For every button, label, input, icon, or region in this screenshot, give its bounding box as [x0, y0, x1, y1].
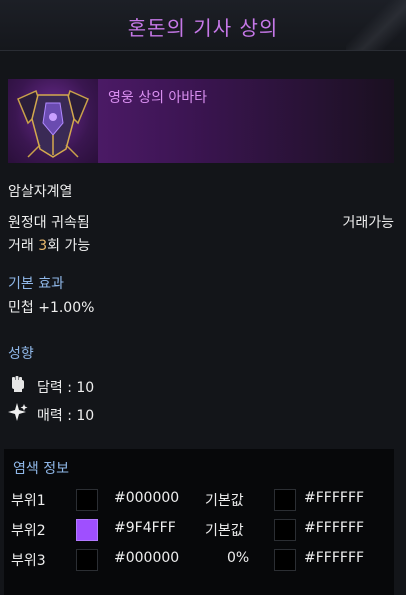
dye-color-swatch[interactable]: [76, 549, 98, 571]
dye-hex-2: #FFFFFF: [304, 550, 365, 566]
dye-default: 기본값: [205, 493, 244, 509]
tendency-charm: 매력 : 10: [37, 408, 95, 424]
dye-percent: 0%: [227, 550, 250, 566]
dye-row: 부위2 #9F4FFF 기본값 #FFFFFF: [4, 516, 394, 546]
dye-row: 부위3 #000000 0% #FFFFFF: [4, 546, 394, 576]
basic-effect-stat: 민첩 +1.00%: [8, 300, 95, 316]
sparkle-icon: [8, 402, 28, 422]
dye-part-label: 부위1: [11, 493, 46, 509]
avatar-type: 영웅 상의 아바타: [108, 90, 208, 106]
dye-hex-2: #FFFFFF: [304, 520, 365, 536]
dye-color-swatch[interactable]: [76, 519, 98, 541]
bound-status: 원정대 귀속됨: [8, 215, 90, 231]
dye-part-label: 부위2: [11, 523, 46, 539]
tradable-status: 거래가능: [342, 215, 394, 231]
dye-hex-2: #FFFFFF: [304, 490, 365, 506]
dye-color-swatch[interactable]: [76, 489, 98, 511]
item-tooltip: 혼돈의 기사 상의 영웅 상의 아바타 암살자계열 원정대 귀속됨 거래가능 거…: [0, 0, 406, 595]
dye-color-swatch-2[interactable]: [274, 519, 296, 541]
trade-suffix: 회 가능: [47, 238, 91, 254]
dye-color-swatch-2[interactable]: [274, 489, 296, 511]
dye-color-swatch-2[interactable]: [274, 549, 296, 571]
dye-info-panel: 염색 정보 부위1 #000000 기본값 #FFFFFF 부위2 #9F4FF…: [4, 449, 394, 595]
basic-effect-heading: 기본 효과: [8, 276, 64, 292]
dye-hex: #000000: [114, 490, 180, 506]
dye-default: 기본값: [205, 523, 244, 539]
armor-chestpiece-icon[interactable]: [8, 79, 98, 163]
dye-hex: #9F4FFF: [114, 520, 176, 536]
trade-count-number: 3: [38, 238, 48, 254]
title-bar: 혼돈의 기사 상의: [0, 0, 406, 51]
trade-prefix: 거래: [8, 238, 39, 254]
item-banner: 영웅 상의 아바타: [8, 79, 394, 163]
item-title: 혼돈의 기사 상의: [127, 16, 279, 40]
fist-icon: [8, 374, 28, 394]
dye-hex: #000000: [114, 550, 180, 566]
dye-row: 부위1 #000000 기본값 #FFFFFF: [4, 486, 394, 516]
tendency-heading: 성향: [8, 346, 34, 362]
trade-count: 거래 3회 가능: [8, 235, 90, 255]
tendency-courage: 담력 : 10: [37, 380, 95, 396]
dye-part-label: 부위3: [11, 553, 46, 569]
dye-heading: 염색 정보: [13, 461, 69, 477]
class-restriction: 암살자계열: [8, 184, 73, 200]
